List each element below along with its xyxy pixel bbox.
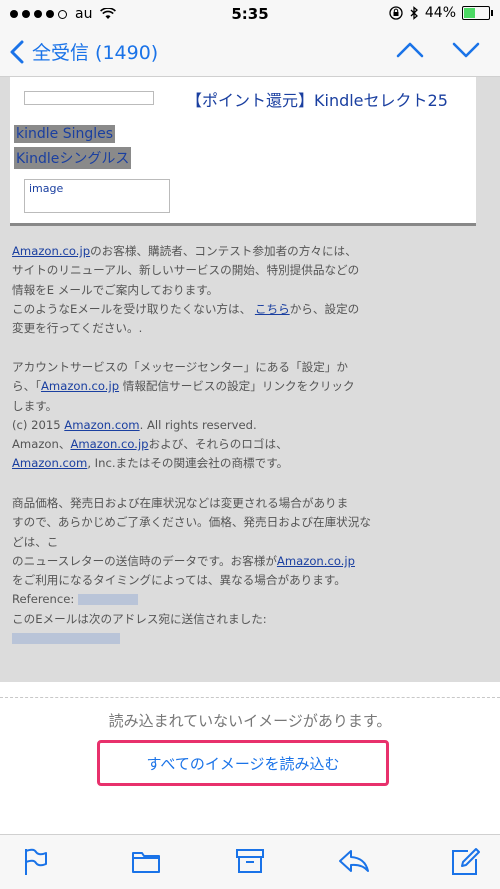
- back-label: 全受信 (1490): [32, 42, 159, 64]
- email-address-redacted: [12, 633, 120, 645]
- image-placeholder-banner: [24, 91, 154, 105]
- amazon-jp-link-4[interactable]: Amazon.co.jp: [277, 554, 355, 568]
- tag-kindle-singles-jp[interactable]: Kindleシングルス: [14, 147, 132, 169]
- paragraph-notice: Amazon.co.jpのお客様、購読者、コンテスト参加者の方々には、 サイトの…: [12, 244, 360, 336]
- amazon-jp-link-2[interactable]: Amazon.co.jp: [41, 379, 119, 393]
- chevron-left-icon: [10, 40, 24, 63]
- load-all-images-button[interactable]: すべてのイメージを読み込む: [97, 740, 389, 786]
- reference-label: Reference:: [12, 592, 75, 607]
- status-bar: au 5:35 44%: [0, 0, 500, 28]
- flag-icon[interactable]: [22, 847, 48, 877]
- promo-card: 【ポイント還元】Kindleセレクト25 kindle Singles Kind…: [10, 77, 476, 226]
- chevron-down-icon[interactable]: [452, 38, 480, 62]
- reply-icon[interactable]: [337, 847, 371, 875]
- archive-icon[interactable]: [235, 847, 265, 875]
- sent-to-label: このEメールは次のアドレス宛に送信されました:: [12, 611, 267, 626]
- amazon-com-link[interactable]: Amazon.com: [64, 418, 139, 432]
- paragraph-disclaimer: 商品価格、発売日および在庫状況などは変更される場合がありま すので、あらかじめご…: [12, 494, 482, 648]
- battery-percent: 44%: [424, 5, 456, 21]
- divider: [0, 697, 500, 698]
- tag-kindle-singles[interactable]: kindle Singles: [14, 125, 116, 143]
- promo-title[interactable]: 【ポイント還元】Kindleセレクト25: [186, 87, 448, 111]
- compose-icon[interactable]: [450, 847, 480, 877]
- nav-bar: 全受信 (1490): [0, 28, 500, 77]
- back-button[interactable]: 全受信 (1490): [10, 38, 158, 65]
- image-placeholder: image: [24, 179, 170, 213]
- email-body: 【ポイント還元】Kindleセレクト25 kindle Singles Kind…: [0, 77, 500, 682]
- folder-icon[interactable]: [131, 847, 161, 875]
- amazon-jp-link-3[interactable]: Amazon.co.jp: [70, 437, 148, 451]
- battery-icon: [462, 6, 493, 20]
- reference-redacted: [77, 594, 138, 606]
- bottom-toolbar: [0, 834, 500, 889]
- paragraph-settings: アカウントサービスの「メッセージセンター」にある「設定」か ら、「Amazon.…: [12, 360, 355, 471]
- chevron-up-icon[interactable]: [396, 38, 424, 62]
- images-not-loaded-notice: 読み込まれていないイメージがあります。: [108, 712, 392, 730]
- unsubscribe-link[interactable]: こちら: [255, 302, 290, 316]
- rotation-lock-icon: [389, 6, 403, 20]
- amazon-jp-link[interactable]: Amazon.co.jp: [12, 244, 90, 258]
- bluetooth-icon: [410, 6, 418, 20]
- amazon-com-link-2[interactable]: Amazon.com: [12, 456, 87, 470]
